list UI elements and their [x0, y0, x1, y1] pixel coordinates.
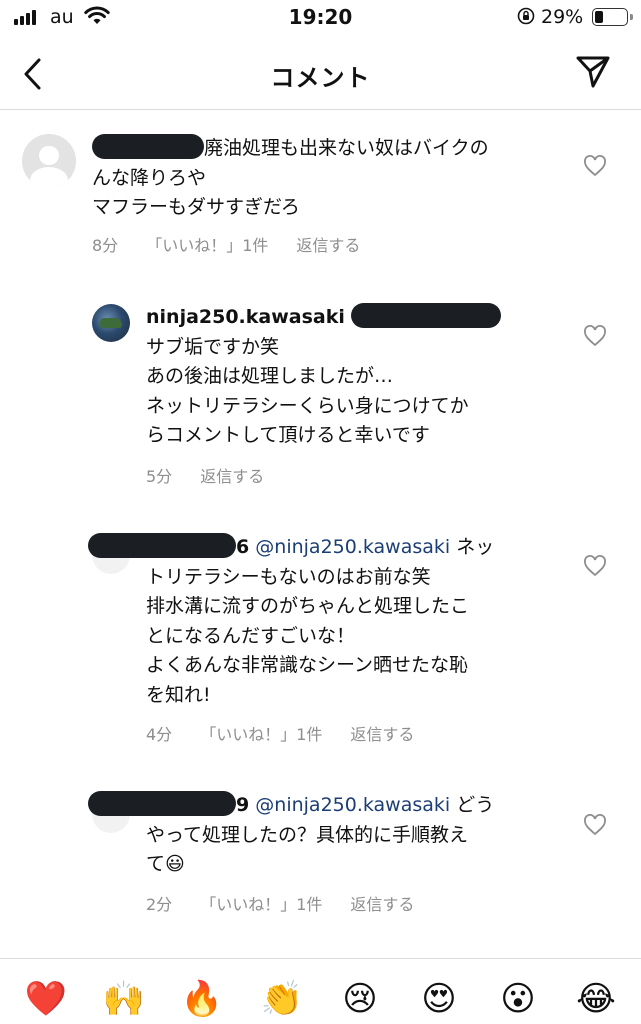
comment-time: 5分	[146, 467, 173, 486]
comment-body: ninja250.kawasaki サブ垢ですか笑 あの後油は処理しましたが… …	[146, 303, 501, 451]
comment-line: トリテラシーもないのはお前な笑	[146, 565, 431, 588]
comment-line: ネットリテラシーくらい身につけてか	[146, 394, 469, 417]
page-title: コメント	[270, 64, 371, 92]
comment-line: サブ垢ですか笑	[146, 335, 280, 358]
likes-count[interactable]: 「いいね！」1件	[200, 721, 322, 745]
emoji-clapping[interactable]: 👏	[260, 977, 304, 1021]
comment-time: 8分	[92, 236, 119, 255]
comment-line: とになるんだすごいな！	[146, 624, 356, 647]
emoji-raising-hands[interactable]: 🙌	[102, 977, 146, 1021]
username[interactable]: ninja250.kawasaki	[146, 306, 345, 328]
likes-count[interactable]: 「いいね！」1件	[200, 891, 322, 915]
comment-line: 廃油処理も出来ない奴はバイクの	[204, 137, 489, 159]
comment-line: ネッ	[450, 536, 495, 558]
emoji-fire[interactable]: 🔥	[180, 977, 224, 1021]
header: コメント	[0, 40, 641, 110]
battery-icon	[592, 8, 633, 26]
redacted-username	[88, 533, 236, 558]
reply-button[interactable]: 返信する	[350, 891, 414, 915]
redacted-text	[350, 303, 501, 328]
comment-body: 9 @ninja250.kawasaki どう やって処理したの？具体的に手順教…	[88, 791, 494, 880]
emoji-laughing[interactable]: 😂	[574, 977, 618, 1021]
emoji-heart-eyes[interactable]: 😍	[417, 977, 461, 1021]
comment-line: らコメントして頂けると幸いです	[146, 424, 430, 446]
emoji-heart[interactable]: ❤️	[24, 977, 68, 1021]
comment-line: あの後油は処理しましたが…	[146, 365, 394, 387]
comment-body: 6 @ninja250.kawasaki ネッ トリテラシーもないのはお前な笑 …	[88, 533, 494, 710]
avatar[interactable]	[22, 134, 76, 188]
emoji-crying[interactable]: 😢	[338, 977, 382, 1021]
username-suffix: 9	[236, 794, 250, 816]
comment-line: どう	[450, 794, 495, 816]
heart-icon[interactable]	[583, 814, 607, 836]
comment-meta: 5分 返信する	[146, 463, 292, 487]
comment-time: 2分	[146, 895, 173, 914]
heart-icon[interactable]	[583, 325, 607, 347]
mention-link[interactable]: @ninja250.kawasaki	[255, 794, 450, 816]
heart-icon[interactable]	[583, 155, 607, 177]
orientation-lock-icon	[517, 7, 535, 25]
emoji-bar: ❤️ 🙌 🔥 👏 😢 😍 😮 😂	[0, 958, 641, 1024]
likes-count[interactable]: 「いいね！」1件	[146, 232, 268, 256]
comment-body: 廃油処理も出来ない奴はバイクの んな降りろや マフラーもダサすぎだろ	[92, 134, 489, 223]
redacted-username	[92, 134, 204, 159]
comment-line: て😃	[146, 853, 185, 875]
reply-button[interactable]: 返信する	[296, 232, 360, 256]
status-bar: au 19:20 29%	[0, 0, 641, 40]
comment-meta: 2分 「いいね！」1件 返信する	[146, 891, 442, 915]
heart-icon[interactable]	[583, 555, 607, 577]
comment-line: やって処理したの？具体的に手順教え	[146, 823, 469, 846]
comment-line: よくあんな非常識なシーン晒せたな恥	[146, 654, 469, 676]
paper-plane-icon[interactable]	[574, 52, 612, 90]
comment-meta: 8分 「いいね！」1件 返信する	[92, 232, 388, 256]
username-suffix: 6	[236, 536, 250, 558]
comment-time: 4分	[146, 725, 173, 744]
reply-button[interactable]: 返信する	[350, 721, 414, 745]
comment-line: を知れ!	[146, 683, 211, 706]
comment-line: 排水溝に流すのがちゃんと処理したこ	[146, 595, 470, 617]
redacted-username	[88, 791, 236, 816]
mention-link[interactable]: @ninja250.kawasaki	[255, 536, 450, 558]
emoji-surprised[interactable]: 😮	[496, 977, 540, 1021]
comment-line: マフラーもダサすぎだろ	[92, 196, 300, 218]
battery-percent: 29%	[541, 6, 584, 28]
comment-line: んな降りろや	[92, 166, 207, 189]
comment-meta: 4分 「いいね！」1件 返信する	[146, 721, 442, 745]
reply-button[interactable]: 返信する	[200, 463, 264, 487]
avatar[interactable]	[92, 304, 130, 342]
